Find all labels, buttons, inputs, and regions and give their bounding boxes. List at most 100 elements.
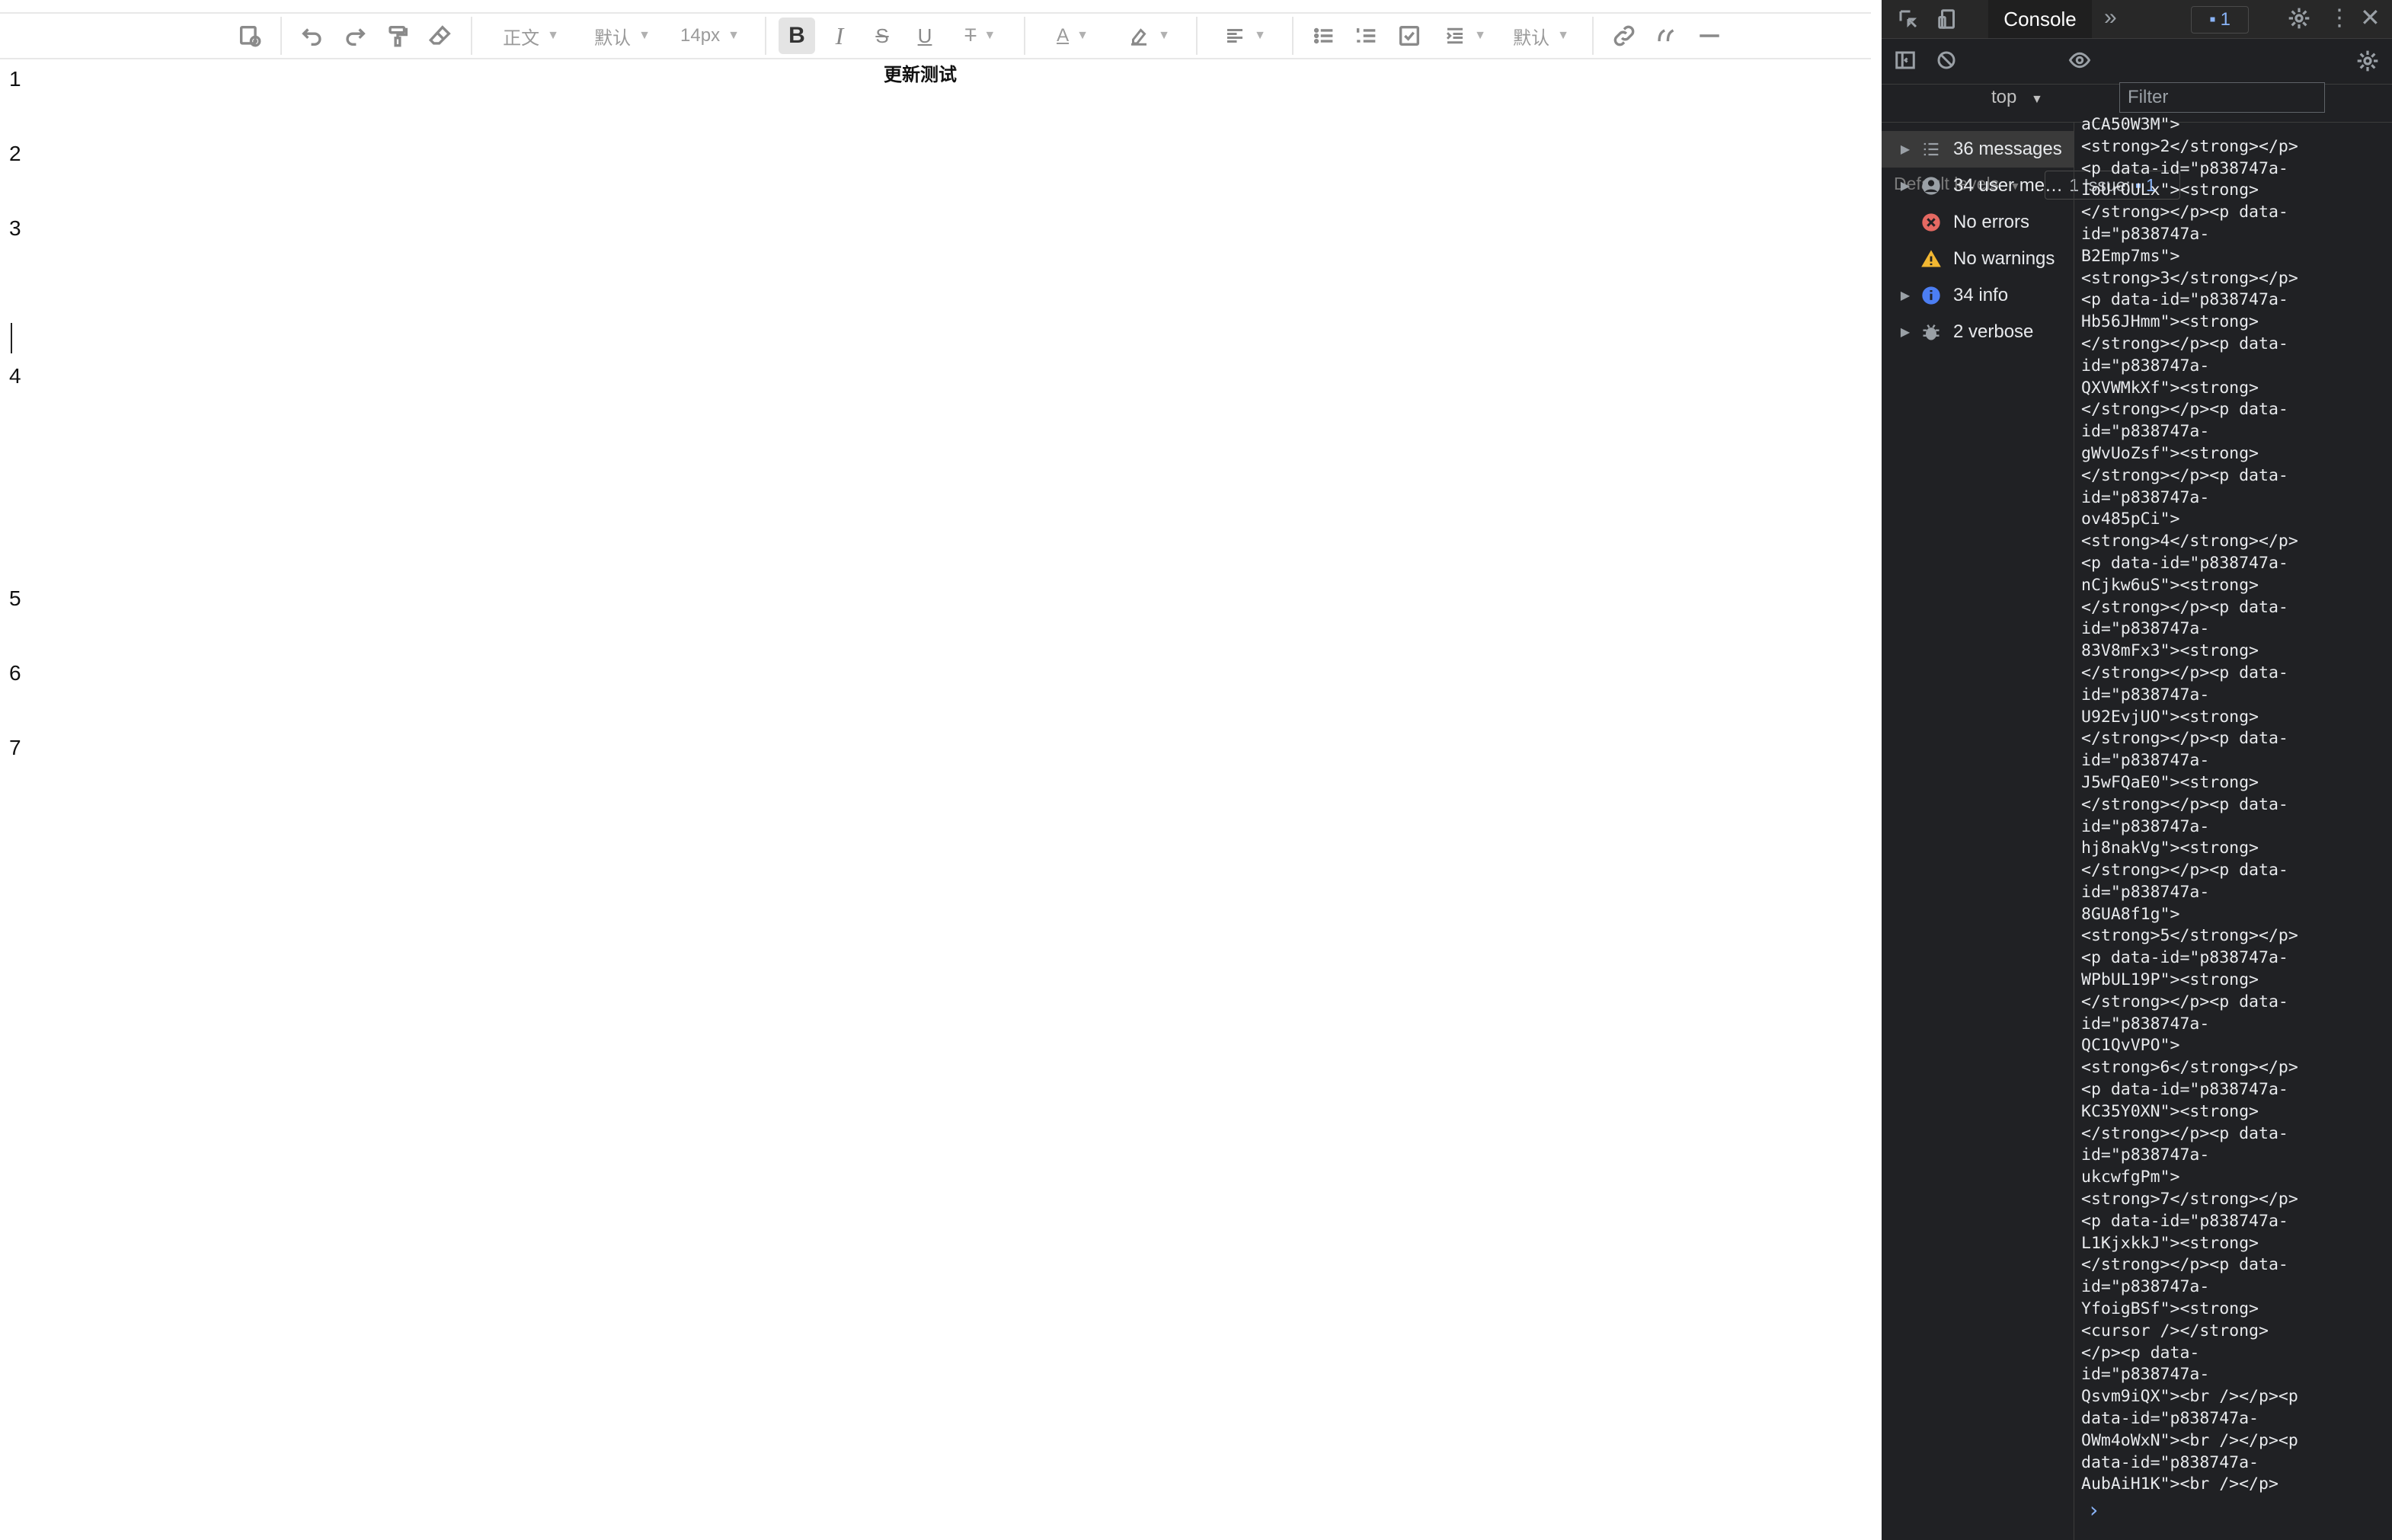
console-log-line: L1KjxkkJ"><strong>: [2081, 1233, 2259, 1253]
redo-icon: [346, 28, 366, 46]
document-line-1[interactable]: 1: [9, 67, 21, 91]
font-color-select[interactable]: A ▼: [1038, 18, 1108, 54]
sidebar-item-user-messages[interactable]: ▶ 34 user me…: [1882, 168, 2074, 204]
console-settings-button[interactable]: [2355, 49, 2380, 78]
expand-arrow-icon: ▶: [1900, 326, 1911, 339]
document-line-5[interactable]: 5: [9, 586, 21, 611]
clear-console-button[interactable]: [1935, 49, 1958, 77]
checkbox-icon: [1399, 25, 1420, 46]
console-log-line: id="p838747a-: [2081, 685, 2210, 705]
console-log-line: QC1QvVPO">: [2081, 1036, 2180, 1056]
font-family-select[interactable]: 默认 ▼: [584, 18, 661, 54]
console-log-line: nCjkw6uS"><strong>: [2081, 575, 2259, 595]
sidebar-item-label: 34 user me…: [1953, 175, 2064, 196]
sidebar-item-errors[interactable]: No errors: [1882, 204, 2074, 241]
device-icon: [1938, 9, 1955, 29]
bug-icon: [1920, 321, 1943, 343]
document-line-7[interactable]: 7: [9, 736, 21, 760]
console-sidebar: ▶ 36 messages ▶ 34 user me… No errors No…: [1882, 122, 2074, 1540]
console-log-output[interactable]: aCA50W3M"> <strong>2</strong></p> <p data-…: [2081, 114, 2386, 1493]
document-title[interactable]: 更新测试: [884, 59, 957, 86]
ordered-list-button[interactable]: [1348, 18, 1385, 54]
chevron-down-icon: ▼: [1076, 29, 1089, 42]
document-line-4[interactable]: 4: [9, 364, 21, 388]
format-painter-button[interactable]: [379, 18, 416, 54]
sidebar-item-messages[interactable]: ▶ 36 messages: [1882, 131, 2074, 168]
console-log-line: U92EvjUO"><strong>: [2081, 707, 2259, 727]
live-expression-button[interactable]: [2067, 49, 2092, 77]
horizontal-rule-button[interactable]: [1691, 18, 1728, 54]
bullet-list-button[interactable]: [1306, 18, 1342, 54]
sidebar-item-warnings[interactable]: No warnings: [1882, 241, 2074, 277]
blockquote-button[interactable]: [1648, 18, 1685, 54]
line-height-select[interactable]: 默认 ▼: [1502, 18, 1580, 54]
toolbar-divider: [1024, 17, 1025, 55]
clear-format-button[interactable]: [422, 18, 459, 54]
issues-badge[interactable]: ▪ 1: [2191, 6, 2249, 34]
sidebar-item-label: 34 info: [1953, 285, 2009, 305]
console-log-line: <p data-id="p838747a-: [2081, 1080, 2288, 1100]
toolbar-divider: [1292, 17, 1294, 55]
quote-icon: [1658, 29, 1674, 42]
bullet-list-icon: [1313, 27, 1333, 44]
task-list-button[interactable]: [1391, 18, 1428, 54]
show-sidebar-button[interactable]: [1894, 49, 1917, 77]
console-log-line: </strong></p><p data-: [2081, 1255, 2288, 1275]
text-style-select[interactable]: T ▼: [949, 18, 1012, 54]
underline-button[interactable]: U: [907, 18, 943, 54]
warning-icon: [1920, 248, 1943, 270]
close-icon[interactable]: ✕: [2360, 3, 2381, 32]
kebab-menu-icon[interactable]: ⋮: [2328, 5, 2351, 31]
console-log-line: <strong>4</strong></p>: [2081, 532, 2298, 551]
inspect-icon: [1899, 10, 1917, 28]
console-log-line: <strong>5</strong></p>: [2081, 926, 2298, 946]
insert-link-button[interactable]: [1606, 18, 1642, 54]
undo-button[interactable]: [294, 18, 331, 54]
console-log-line: <p data-id="p838747a-: [2081, 158, 2288, 178]
document-line-6[interactable]: 6: [9, 661, 21, 685]
align-left-icon: [1227, 29, 1243, 43]
redo-button[interactable]: [337, 18, 373, 54]
strikethrough-icon: S: [875, 24, 889, 47]
console-log-line: id="p838747a-: [2081, 1277, 2210, 1297]
document-line-2[interactable]: 2: [9, 142, 21, 166]
console-log-line: gWvUoZsf"><strong>: [2081, 443, 2259, 463]
console-log-line: id="p838747a-: [2081, 487, 2210, 507]
console-log-line: data-id="p838747a-: [2081, 1409, 2259, 1429]
expand-arrow-icon: ▶: [1900, 180, 1911, 193]
rich-text-editor: 正文 ▼ 默认 ▼ 14px ▼ B I S U T ▼ A ▼ ▼ ▼ ▼ 默…: [0, 0, 1882, 1540]
bold-icon: B: [788, 23, 805, 48]
console-log-line: id="p838747a-: [2081, 1014, 2210, 1034]
document-line-3[interactable]: 3: [9, 216, 21, 241]
font-size-select[interactable]: 14px ▼: [667, 18, 753, 54]
issues-badge-count: 1: [2220, 9, 2231, 30]
gear-icon: [2288, 8, 2310, 29]
clear-text-style-icon: T: [964, 25, 977, 46]
paragraph-style-select[interactable]: 正文 ▼: [484, 18, 577, 54]
editor-toolbar: 正文 ▼ 默认 ▼ 14px ▼ B I S U T ▼ A ▼ ▼ ▼ ▼ 默…: [0, 12, 1871, 59]
insert-template-button[interactable]: [232, 18, 268, 54]
settings-button[interactable]: [2287, 6, 2311, 36]
align-select[interactable]: ▼: [1210, 18, 1280, 54]
italic-button[interactable]: I: [821, 18, 858, 54]
inspect-element-button[interactable]: [1897, 8, 1920, 36]
console-log-line: IoUrOULx"><strong>: [2081, 181, 2259, 200]
eraser-icon: [428, 25, 451, 45]
console-toolbar: top ▼: [1882, 38, 2392, 113]
tab-console[interactable]: Console: [1988, 0, 2092, 38]
bold-button[interactable]: B: [779, 18, 815, 54]
sidebar-item-info[interactable]: ▶ 34 info: [1882, 277, 2074, 314]
sidebar-item-verbose[interactable]: ▶ 2 verbose: [1882, 314, 2074, 350]
console-log-line: </strong></p><p data-: [2081, 1123, 2288, 1143]
link-icon: [1613, 25, 1635, 46]
strikethrough-button[interactable]: S: [864, 18, 900, 54]
console-prompt[interactable]: ›: [2087, 1497, 2100, 1522]
italic-icon: I: [835, 21, 844, 50]
device-toolbar-button[interactable]: [1936, 8, 1959, 36]
more-tabs-icon[interactable]: »: [2104, 5, 2117, 30]
indent-select[interactable]: ▼: [1434, 18, 1496, 54]
font-color-icon: A: [1057, 25, 1070, 46]
highlight-color-select[interactable]: ▼: [1114, 18, 1184, 54]
chevron-down-icon: ▼: [983, 29, 996, 42]
sidebar-toggle-icon: [1895, 51, 1915, 69]
